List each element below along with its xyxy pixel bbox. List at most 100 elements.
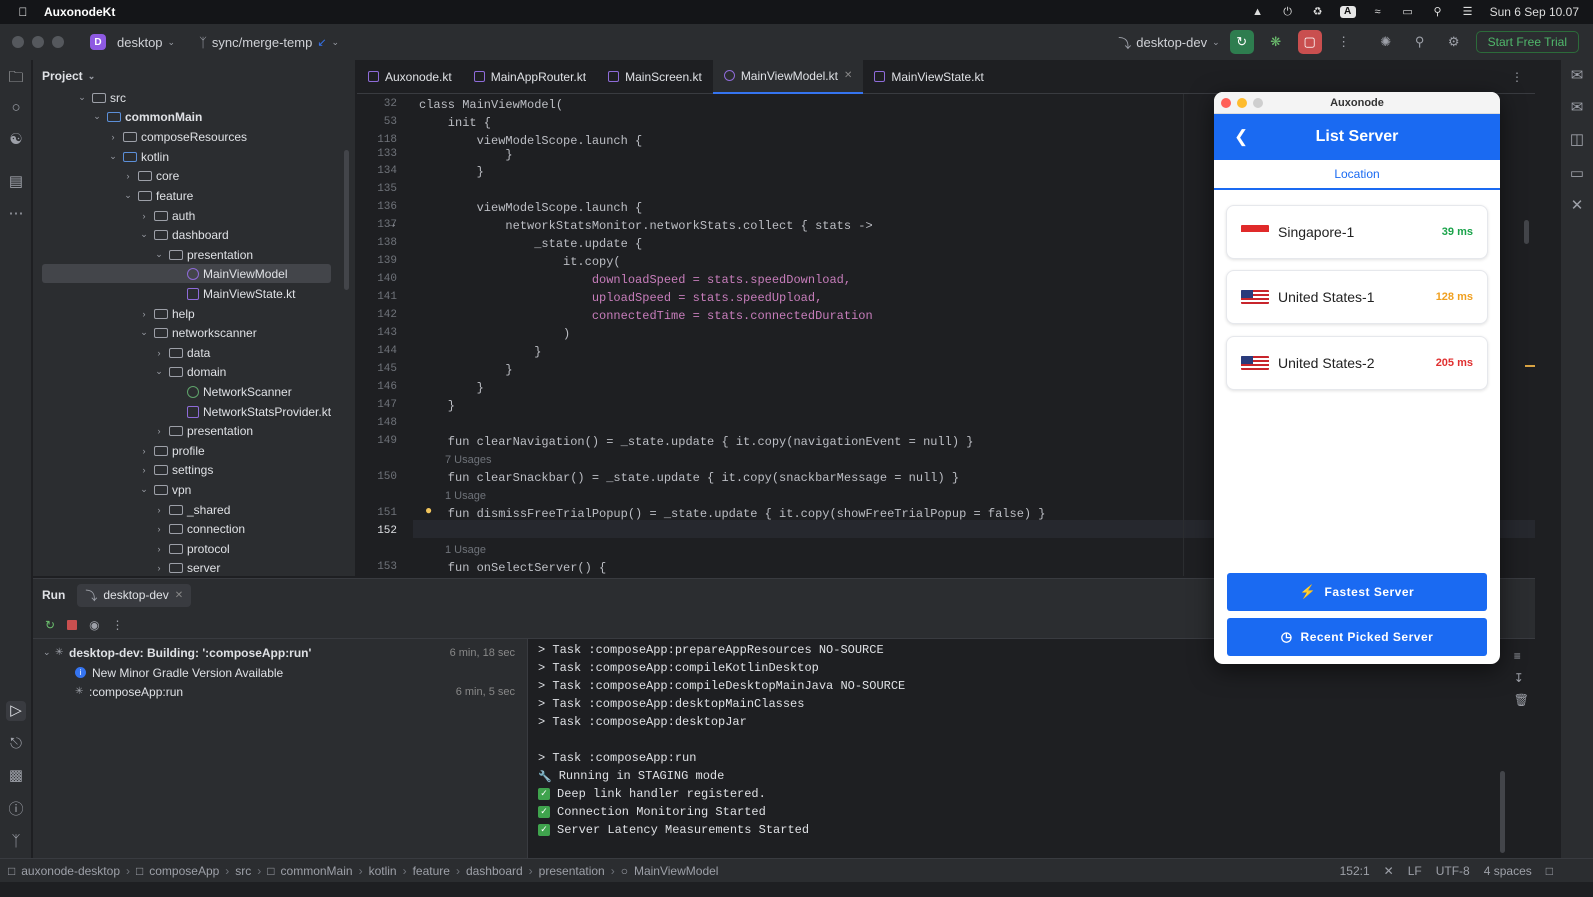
breadcrumb-item[interactable]: commonMain bbox=[281, 864, 353, 878]
breadcrumb-item[interactable]: presentation bbox=[539, 864, 605, 878]
breadcrumb-item[interactable]: auxonode-desktop bbox=[21, 864, 120, 878]
apple-icon[interactable]:  bbox=[16, 5, 30, 19]
server-item-united-states-2[interactable]: United States-2 205 ms bbox=[1226, 336, 1488, 390]
console-output[interactable]: > Task :composeApp:prepareAppResources N… bbox=[538, 641, 905, 839]
tab-mainviewstate[interactable]: MainViewState.kt bbox=[863, 60, 995, 94]
project-scrollbar[interactable] bbox=[344, 150, 349, 290]
chat-icon[interactable]: ✉ bbox=[1567, 98, 1587, 118]
tab-mainapprouter[interactable]: MainAppRouter.kt bbox=[463, 60, 597, 94]
tree-item-mainviewstate[interactable]: MainViewState.kt bbox=[169, 284, 296, 303]
commit-icon[interactable]: ○ bbox=[6, 98, 26, 118]
app-zoom-button[interactable] bbox=[1253, 98, 1263, 108]
tab-mainscreen[interactable]: MainScreen.kt bbox=[597, 60, 713, 94]
more-tools-icon[interactable]: ⋯ bbox=[6, 204, 26, 224]
rerun-button[interactable]: ↻ bbox=[1229, 30, 1254, 54]
scroll-to-end-icon[interactable]: ↧ bbox=[1514, 671, 1529, 685]
tree-item-vpn[interactable]: ⌄ vpn bbox=[138, 480, 191, 499]
usages-hint[interactable]: 7 Usages bbox=[445, 454, 491, 466]
stop-icon[interactable] bbox=[67, 619, 78, 630]
breadcrumb-item[interactable]: dashboard bbox=[466, 864, 523, 878]
gradle-elephant-icon[interactable]: ☯ bbox=[6, 130, 26, 150]
server-item-singapore-1[interactable]: Singapore-1 39 ms bbox=[1226, 205, 1488, 259]
menubar-app-name[interactable]: AuxonodeKt bbox=[44, 5, 115, 19]
project-folder-icon[interactable]: 🗀 bbox=[6, 68, 26, 88]
battery-icon[interactable]: ▭ bbox=[1400, 6, 1416, 18]
input-source-icon[interactable]: A bbox=[1339, 6, 1356, 18]
problems-icon[interactable]: ⓘ bbox=[6, 800, 26, 820]
rerun-icon[interactable]: ↻ bbox=[45, 618, 55, 632]
run-tool-icon[interactable]: ▷ bbox=[6, 701, 26, 721]
settings-gear-icon[interactable]: ⚙ bbox=[1442, 30, 1466, 54]
usages-hint[interactable]: 1 Usage bbox=[445, 490, 486, 502]
tree-item-mainviewmodel[interactable]: MainViewModel bbox=[169, 264, 288, 283]
eye-icon[interactable]: ◉ bbox=[89, 618, 99, 632]
tree-item-connection[interactable]: › connection bbox=[153, 519, 246, 538]
tree-item-dashboard[interactable]: ⌄ dashboard bbox=[138, 225, 229, 244]
tab-auxonode[interactable]: Auxonode.kt bbox=[357, 60, 463, 94]
flashlight-icon[interactable]: ▲ bbox=[1250, 6, 1266, 18]
build-row-gradle-update[interactable]: i New Minor Gradle Version Available bbox=[75, 663, 523, 682]
trash-icon[interactable]: 🗑 bbox=[1514, 693, 1529, 707]
tree-item-networkstatsprovider[interactable]: NetworkStatsProvider.kt bbox=[169, 402, 331, 421]
terminal-icon[interactable]: ▩ bbox=[6, 766, 26, 786]
start-free-trial-button[interactable]: Start Free Trial bbox=[1475, 31, 1579, 53]
search-icon[interactable]: ⚲ bbox=[1408, 30, 1432, 54]
tree-item-help[interactable]: › help bbox=[138, 304, 195, 323]
file-encoding[interactable]: UTF-8 bbox=[1436, 864, 1470, 878]
app-close-button[interactable] bbox=[1221, 98, 1231, 108]
line-separator[interactable]: LF bbox=[1408, 864, 1422, 878]
server-item-united-states-1[interactable]: United States-1 128 ms bbox=[1226, 270, 1488, 324]
breadcrumb-item[interactable]: src bbox=[235, 864, 251, 878]
usages-hint[interactable]: 1 Usage bbox=[445, 544, 486, 556]
app-minimize-button[interactable] bbox=[1237, 98, 1247, 108]
control-center-icon[interactable]: ☰ bbox=[1460, 6, 1476, 18]
tree-item-src[interactable]: ⌄ src bbox=[76, 88, 126, 107]
console-scrollbar[interactable] bbox=[1500, 771, 1505, 853]
tree-item-composeresources[interactable]: › composeResources bbox=[107, 127, 248, 146]
power-icon[interactable]: ⏻ bbox=[1280, 6, 1296, 18]
breadcrumb-item[interactable]: feature bbox=[413, 864, 450, 878]
build-row-desktop-dev[interactable]: ⌄ ✳ desktop-dev: Building: ':composeApp:… bbox=[43, 643, 523, 662]
structure-icon[interactable]: ▤ bbox=[6, 172, 26, 192]
tree-item-auth[interactable]: › auth bbox=[138, 206, 196, 225]
zoom-window-button[interactable] bbox=[52, 36, 64, 48]
tree-item-domain[interactable]: ⌄ domain bbox=[153, 362, 226, 381]
more-actions-icon[interactable]: ⋮ bbox=[112, 618, 124, 632]
tree-item-feature[interactable]: ⌄ feature bbox=[122, 186, 193, 205]
ai-assistant-icon[interactable]: ✺ bbox=[1374, 30, 1398, 54]
tab-mainviewmodel[interactable]: MainViewModel.kt ✕ bbox=[712, 60, 864, 94]
suspend-call-gutter-icon[interactable]: → bbox=[387, 219, 397, 230]
caret-position[interactable]: 152:1 bbox=[1340, 864, 1370, 878]
tree-item-core[interactable]: › core bbox=[122, 166, 180, 185]
tree-item-networkscanner-class[interactable]: NetworkScanner bbox=[169, 382, 292, 401]
run-tab-desktop-dev[interactable]: ⤵ desktop-dev ✕ bbox=[77, 583, 192, 607]
ai-status-icon[interactable]: ✕ bbox=[1384, 864, 1394, 878]
spotlight-search-icon[interactable]: ⚲ bbox=[1430, 6, 1446, 18]
breadcrumb-item[interactable]: composeApp bbox=[149, 864, 219, 878]
recent-picked-server-button[interactable]: ◷ Recent Picked Server bbox=[1227, 618, 1487, 656]
recycle-icon[interactable]: ♻ bbox=[1310, 6, 1326, 18]
project-switcher[interactable]: D desktop ⌄ bbox=[90, 34, 175, 50]
fastest-server-button[interactable]: ⚡ Fastest Server bbox=[1227, 573, 1487, 611]
more-actions-icon[interactable]: ⋮ bbox=[1332, 30, 1356, 54]
lock-icon[interactable]: □ bbox=[1546, 864, 1553, 878]
tree-item-settings[interactable]: › settings bbox=[138, 460, 214, 479]
breadcrumb-item[interactable]: kotlin bbox=[369, 864, 397, 878]
tree-item-kotlin[interactable]: ⌄ kotlin bbox=[107, 147, 169, 166]
breadcrumb-item[interactable]: MainViewModel bbox=[634, 864, 719, 878]
close-tab-icon[interactable]: ✕ bbox=[844, 70, 852, 81]
run-config-selector[interactable]: ⤵ desktop-dev ⌄ bbox=[1118, 33, 1219, 52]
close-tab-icon[interactable]: ✕ bbox=[175, 590, 183, 601]
minimize-window-button[interactable] bbox=[32, 36, 44, 48]
wifi-icon[interactable]: ≈ bbox=[1370, 6, 1386, 18]
tree-item-data[interactable]: › data bbox=[153, 343, 211, 362]
debug-tool-icon[interactable]: ⎋ bbox=[6, 734, 26, 754]
menubar-clock[interactable]: Sun 6 Sep 10.07 bbox=[1490, 5, 1579, 19]
close-window-button[interactable] bbox=[12, 36, 24, 48]
device-manager-icon[interactable]: ▭ bbox=[1567, 164, 1587, 184]
tree-item-presentation[interactable]: ⌄ presentation bbox=[153, 245, 253, 264]
soft-wrap-icon[interactable]: ≡ bbox=[1514, 649, 1529, 663]
warning-marker[interactable] bbox=[1525, 365, 1535, 367]
tree-item-profile[interactable]: › profile bbox=[138, 441, 205, 460]
editor-scrollbar[interactable] bbox=[1524, 220, 1529, 244]
